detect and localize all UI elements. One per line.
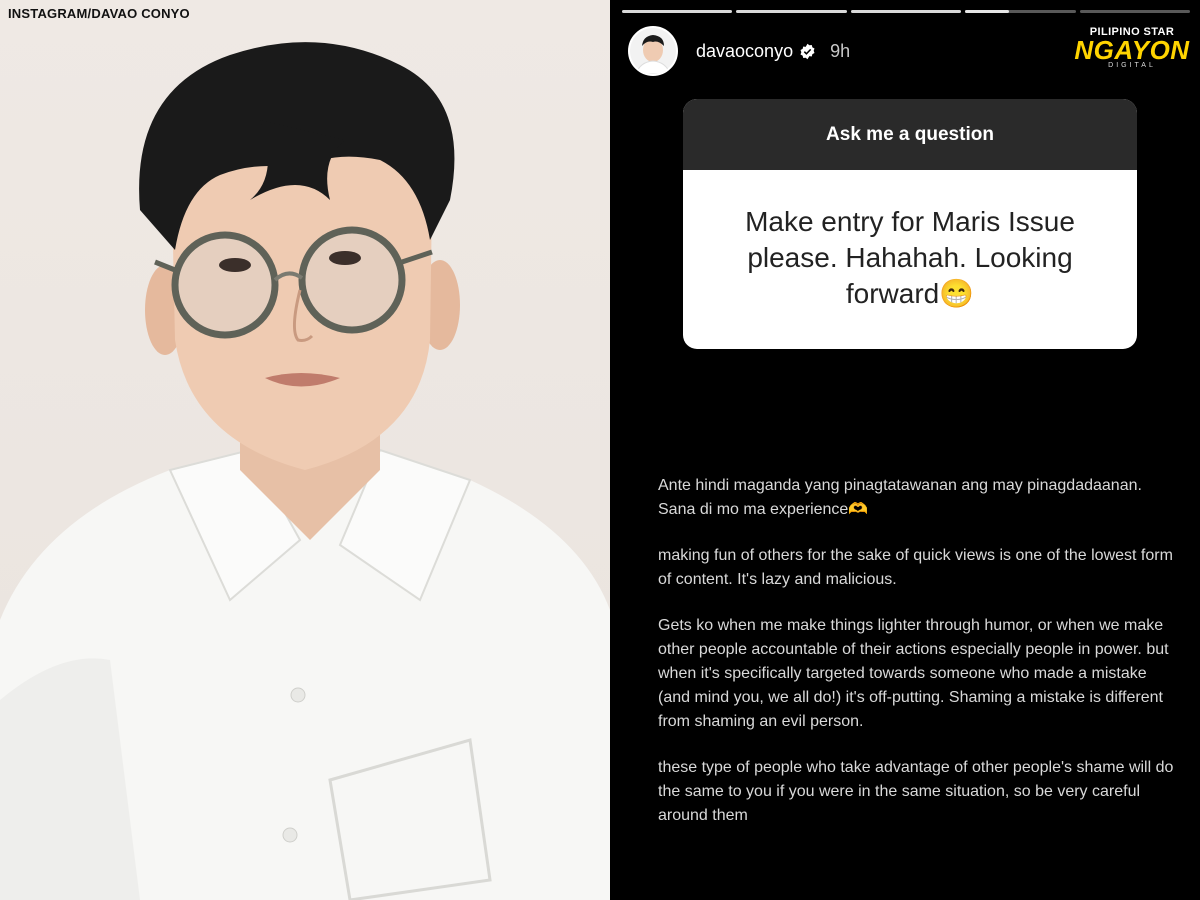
story-username[interactable]: davaoconyo <box>696 41 793 62</box>
avatar-image <box>630 28 676 74</box>
question-sticker[interactable]: Ask me a question Make entry for Maris I… <box>683 99 1137 349</box>
brand-logo-main: NGAYON <box>1074 35 1190 65</box>
progress-segment <box>622 10 733 13</box>
story-reply-text: Ante hindi maganda yang pinagtatawanan a… <box>658 474 1178 850</box>
reply-paragraph: making fun of others for the sake of qui… <box>658 547 1173 588</box>
question-sticker-header: Ask me a question <box>683 99 1137 170</box>
story-header: davaoconyo 9h <box>628 26 850 76</box>
instagram-story: davaoconyo 9h PILIPINO STAR NGAYON DIGIT… <box>610 0 1200 900</box>
portrait-illustration <box>0 42 610 900</box>
story-progress-bar <box>622 10 1191 13</box>
portrait-photo: INSTAGRAM/DAVAO CONYO <box>0 0 610 900</box>
brand-logo: PILIPINO STAR NGAYON DIGITAL <box>1068 20 1196 74</box>
reply-paragraph: these type of people who take advantage … <box>658 759 1174 824</box>
avatar[interactable] <box>628 26 678 76</box>
verified-badge-icon <box>800 43 815 59</box>
story-timestamp: 9h <box>830 40 851 61</box>
question-text: Make entry for Maris Issue please. Hahah… <box>745 206 1075 309</box>
photo-credit: INSTAGRAM/DAVAO CONYO <box>8 6 190 21</box>
progress-segment-current <box>965 10 1076 13</box>
reply-paragraph: Gets ko when me make things lighter thro… <box>658 617 1169 730</box>
progress-segment <box>850 10 962 13</box>
reply-paragraph: Ante hindi maganda yang pinagtatawanan a… <box>658 477 1142 518</box>
progress-segment <box>736 10 847 13</box>
progress-segment <box>1079 10 1191 13</box>
